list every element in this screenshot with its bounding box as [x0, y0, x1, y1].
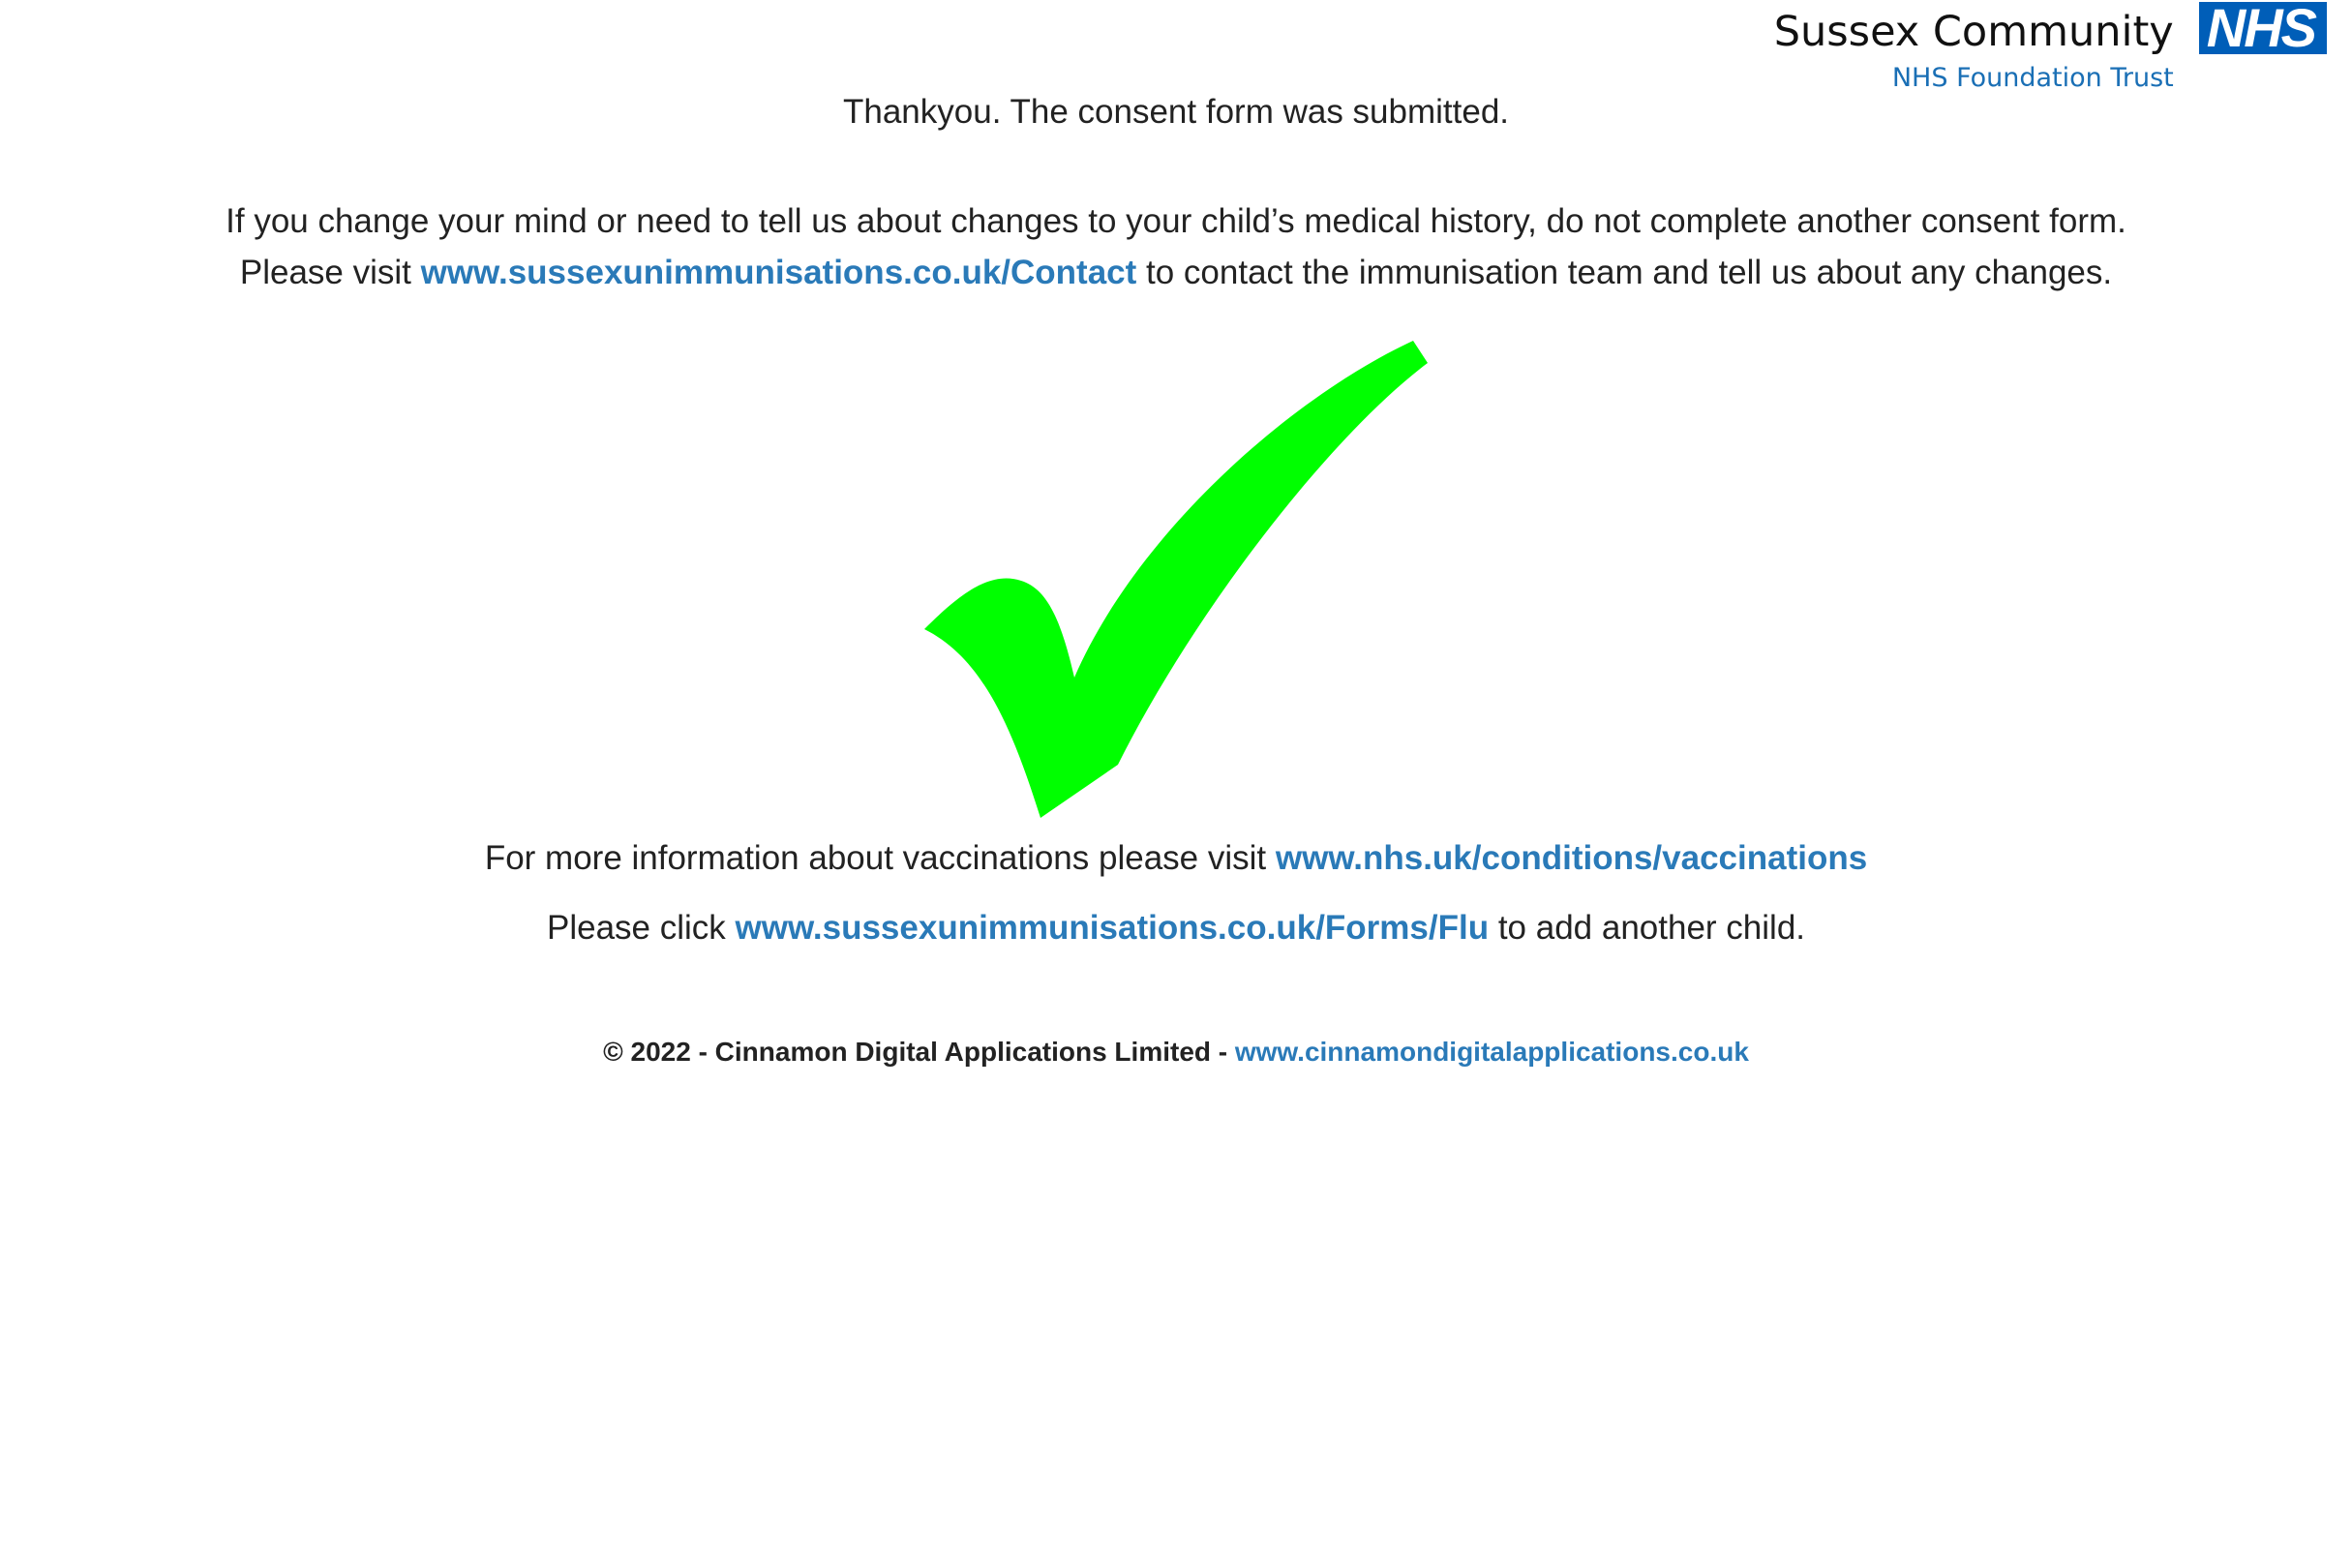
- nhs-logo-badge: NHS: [2198, 1, 2327, 55]
- contact-link[interactable]: www.sussexunimmunisations.co.uk/Contact: [421, 254, 1137, 291]
- notice-line-2: Please visit www.sussexunimmunisations.c…: [0, 248, 2352, 298]
- nhs-trust-logo: Sussex Community NHS Foundation Trust NH…: [1774, 1, 2327, 95]
- add-child-prefix: Please click: [546, 909, 736, 947]
- checkmark-icon: [924, 341, 1428, 818]
- nhs-vaccinations-link[interactable]: www.nhs.uk/conditions/vaccinations: [1276, 839, 1867, 877]
- add-child-line: Please click www.sussexunimmunisations.c…: [0, 903, 2352, 953]
- add-child-suffix: to add another child.: [1489, 909, 1806, 947]
- vaccination-info-line: For more information about vaccinations …: [0, 833, 2352, 884]
- add-child-link[interactable]: www.sussexunimmunisations.co.uk/Forms/Fl…: [736, 909, 1490, 947]
- confirmation-title: Thankyou. The consent form was submitted…: [842, 93, 1510, 131]
- vaccination-info-prefix: For more information about vaccinations …: [484, 839, 1276, 877]
- footer: © 2022 - Cinnamon Digital Applications L…: [0, 1033, 2352, 1071]
- company-link[interactable]: www.cinnamondigitalapplications.co.uk: [1235, 1037, 1749, 1067]
- logo-text: Sussex Community NHS Foundation Trust: [1774, 8, 2174, 95]
- notice-line-1: If you change your mind or need to tell …: [226, 202, 2126, 240]
- notice-line-2-suffix: to contact the immunisation team and tel…: [1136, 254, 2113, 291]
- footer-copyright: © 2022 - Cinnamon Digital Applications L…: [603, 1037, 1235, 1067]
- notice-line-2-prefix: Please visit: [239, 254, 421, 291]
- checkmark-shape: [924, 341, 1428, 818]
- org-name: Sussex Community: [1773, 8, 2174, 56]
